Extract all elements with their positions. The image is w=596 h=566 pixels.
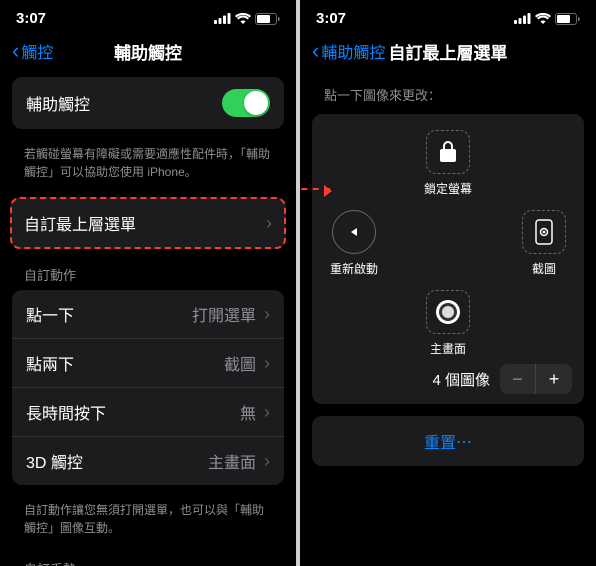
icon-panel: 鎖定螢幕 重新啟動 截圖 bbox=[312, 114, 584, 404]
stepper-minus[interactable]: − bbox=[500, 364, 536, 394]
icon-item-lock[interactable]: 鎖定螢幕 bbox=[424, 130, 472, 197]
toggle-switch[interactable] bbox=[222, 89, 270, 117]
stepper-plus[interactable]: + bbox=[536, 364, 572, 394]
reset-label: 重置⋯ bbox=[424, 435, 472, 452]
back-label: 輔助觸控 bbox=[321, 39, 385, 63]
customize-label: 自訂最上層選單 bbox=[24, 211, 136, 235]
row-label: 長時間按下 bbox=[26, 400, 106, 424]
row-label: 點一下 bbox=[26, 302, 74, 326]
page-title: 輔助觸控 bbox=[114, 39, 182, 64]
assistive-touch-toggle-row[interactable]: 輔助觸控 bbox=[12, 77, 284, 129]
row-label: 點兩下 bbox=[26, 351, 74, 375]
screenshot-icon bbox=[522, 210, 566, 254]
custom-actions-header: 自訂動作 bbox=[0, 259, 296, 290]
page-title: 自訂最上層選單 bbox=[389, 39, 508, 64]
left-screenshot: 3:07 ‹ 觸控 輔助觸控 輔助觸控 若觸碰螢幕有障礙或需要適應性配件時，「輔… bbox=[0, 0, 296, 566]
single-tap-row[interactable]: 點一下 打開選單 › bbox=[12, 290, 284, 339]
three-d-touch-row[interactable]: 3D 觸控 主畫面 › bbox=[12, 437, 284, 485]
chevron-right-icon: › bbox=[264, 353, 270, 374]
icon-label: 鎖定螢幕 bbox=[424, 180, 472, 197]
long-press-row[interactable]: 長時間按下 無 › bbox=[12, 388, 284, 437]
reset-button[interactable]: 重置⋯ bbox=[312, 416, 584, 466]
row-value: 主畫面 bbox=[208, 449, 256, 473]
counter-text: 4 個圖像 bbox=[432, 369, 490, 390]
status-indicators bbox=[514, 13, 580, 25]
icon-item-restart[interactable]: 重新啟動 bbox=[330, 210, 378, 277]
nav-bar: ‹ 輔助觸控 自訂最上層選單 bbox=[300, 33, 596, 77]
restart-icon bbox=[332, 210, 376, 254]
battery-icon bbox=[255, 13, 280, 25]
row-value: 無 bbox=[240, 400, 256, 424]
customize-top-menu-group: 自訂最上層選單 › bbox=[10, 197, 286, 249]
status-time: 3:07 bbox=[316, 10, 346, 27]
double-tap-row[interactable]: 點兩下 截圖 › bbox=[12, 339, 284, 388]
back-button[interactable]: ‹ 輔助觸控 bbox=[312, 39, 385, 63]
chevron-left-icon: ‹ bbox=[312, 40, 319, 62]
content: 點一下圖像來更改： 鎖定螢幕 重新啟動 bbox=[300, 77, 596, 566]
content: 輔助觸控 若觸碰螢幕有障礙或需要適應性配件時，「輔助觸控」可以協助您使用 iPh… bbox=[0, 77, 296, 566]
status-bar: 3:07 bbox=[300, 0, 596, 33]
signal-icon bbox=[214, 13, 231, 24]
actions-footer: 自訂動作讓您無須打開選單，也可以與「輔助觸控」圖像互動。 bbox=[0, 495, 296, 553]
status-indicators bbox=[214, 13, 280, 25]
row-label: 3D 觸控 bbox=[26, 449, 83, 473]
back-label: 觸控 bbox=[21, 39, 53, 63]
hint-text: 點一下圖像來更改： bbox=[300, 77, 596, 114]
chevron-left-icon: ‹ bbox=[12, 40, 19, 62]
right-screenshot: 3:07 ‹ 輔助觸控 自訂最上層選單 點一下圖像來更改： 鎖定螢幕 bbox=[300, 0, 596, 566]
wifi-icon bbox=[235, 13, 251, 24]
chevron-right-icon: › bbox=[266, 213, 272, 234]
icon-label: 截圖 bbox=[532, 260, 556, 277]
back-button[interactable]: ‹ 觸控 bbox=[12, 39, 53, 63]
chevron-right-icon: › bbox=[264, 451, 270, 472]
signal-icon bbox=[514, 13, 531, 24]
icon-label: 主畫面 bbox=[430, 340, 466, 357]
toggle-group: 輔助觸控 bbox=[12, 77, 284, 129]
chevron-right-icon: › bbox=[264, 304, 270, 325]
row-value: 截圖 bbox=[224, 351, 256, 375]
icon-count-stepper: − + bbox=[500, 364, 572, 394]
row-value: 打開選單 bbox=[192, 302, 256, 326]
lock-icon bbox=[426, 130, 470, 174]
toggle-footer: 若觸碰螢幕有障礙或需要適應性配件時，「輔助觸控」可以協助您使用 iPhone。 bbox=[0, 139, 296, 197]
wifi-icon bbox=[535, 13, 551, 24]
status-time: 3:07 bbox=[16, 10, 46, 27]
custom-actions-group: 點一下 打開選單 › 點兩下 截圖 › 長時間按下 無 › 3D 觸控 主畫面 › bbox=[12, 290, 284, 485]
battery-icon bbox=[555, 13, 580, 25]
icon-grid: 鎖定螢幕 重新啟動 截圖 bbox=[320, 128, 576, 358]
custom-gestures-header: 自訂手勢 bbox=[0, 553, 296, 566]
customize-top-menu-row[interactable]: 自訂最上層選單 › bbox=[12, 199, 284, 247]
toggle-label: 輔助觸控 bbox=[26, 91, 90, 115]
counter-row: 4 個圖像 − + bbox=[320, 358, 576, 394]
home-icon bbox=[426, 290, 470, 334]
icon-label: 重新啟動 bbox=[330, 260, 378, 277]
chevron-right-icon: › bbox=[264, 402, 270, 423]
nav-bar: ‹ 觸控 輔助觸控 bbox=[0, 33, 296, 77]
icon-item-screenshot[interactable]: 截圖 bbox=[522, 210, 566, 277]
icon-item-home[interactable]: 主畫面 bbox=[426, 290, 470, 357]
status-bar: 3:07 bbox=[0, 0, 296, 33]
